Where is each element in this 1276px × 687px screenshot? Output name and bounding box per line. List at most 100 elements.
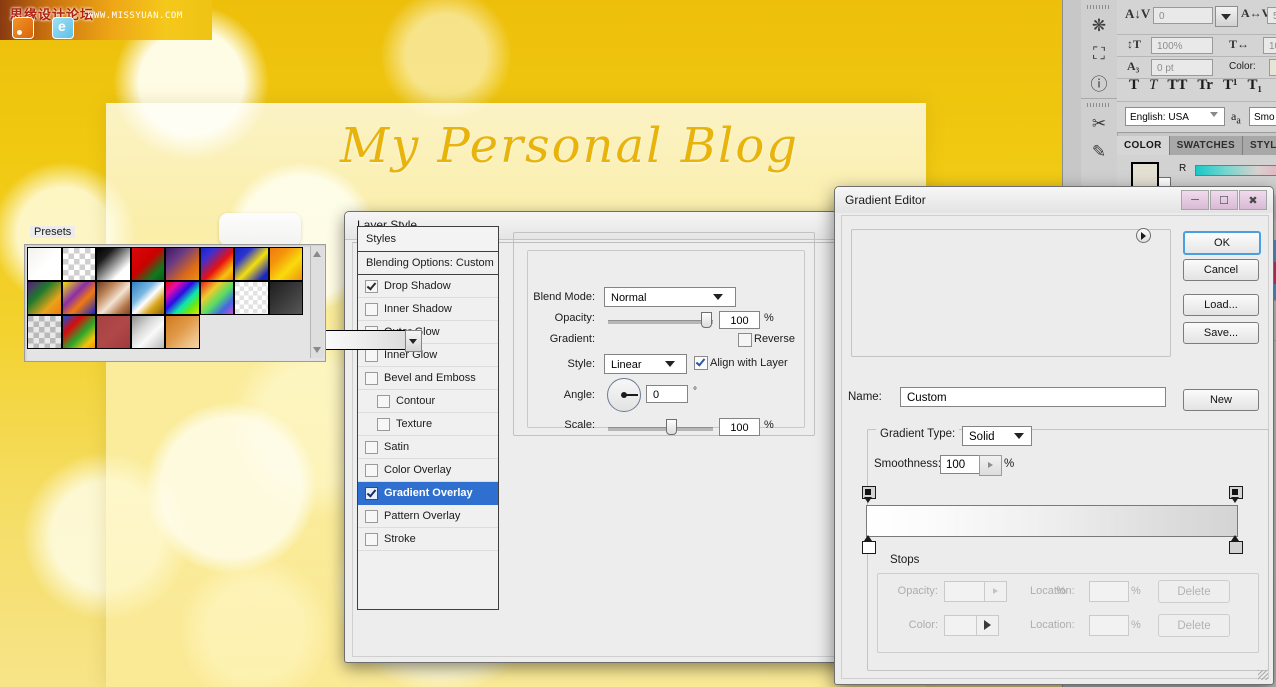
color-stop-start[interactable] (862, 486, 876, 503)
effect-item-gradient-overlay[interactable]: Gradient Overlay (358, 482, 498, 505)
opacity-value[interactable]: 100 (719, 311, 760, 329)
resize-grip[interactable] (1258, 670, 1268, 680)
angle-dial[interactable] (607, 378, 641, 412)
preset-foreground-to-transparent-2[interactable] (27, 315, 62, 349)
effect-checkbox[interactable] (365, 279, 378, 293)
effect-checkbox[interactable] (377, 394, 390, 408)
effect-item-texture[interactable]: Texture (358, 413, 498, 436)
save-button[interactable]: Save... (1183, 322, 1259, 344)
preset-black-white[interactable] (96, 247, 131, 281)
effect-item-drop-shadow[interactable]: Drop Shadow (358, 275, 498, 298)
preset-spectrum[interactable] (165, 281, 200, 315)
tools-icon[interactable]: ✂ (1087, 112, 1111, 136)
effect-checkbox[interactable] (365, 486, 378, 500)
tab-color[interactable]: COLOR (1117, 136, 1170, 155)
gradient-bar[interactable] (866, 505, 1238, 537)
effect-checkbox[interactable] (365, 302, 378, 316)
compass-icon[interactable]: ❋ (1087, 14, 1111, 38)
panel-drag-dots[interactable] (1087, 5, 1111, 9)
effect-item-contour[interactable]: Contour (358, 390, 498, 413)
effect-item-pattern-overlay[interactable]: Pattern Overlay (358, 505, 498, 528)
preset-blue-yellow-blue[interactable] (234, 247, 269, 281)
angle-value[interactable]: 0 (646, 385, 688, 403)
effect-checkbox[interactable] (365, 509, 378, 523)
info-icon[interactable]: ⓘ (1087, 70, 1111, 94)
effect-checkbox[interactable] (365, 348, 378, 362)
subscript-button[interactable]: T₁ (1247, 77, 1262, 94)
gradient-editor-title-bar[interactable]: Gradient Editor ─ ☐ ✖ (835, 187, 1273, 213)
preset-copper[interactable] (96, 281, 131, 315)
preset-violet-green-orange[interactable] (27, 281, 62, 315)
smoothness-stepper[interactable] (979, 455, 1002, 476)
opacity-slider-track[interactable] (608, 320, 713, 324)
preset-yellow-violet-orange-blue[interactable] (61, 281, 96, 315)
effect-checkbox[interactable] (365, 463, 378, 477)
minimize-icon[interactable]: ─ (1181, 190, 1209, 210)
close-icon[interactable]: ✖ (1239, 190, 1267, 210)
presets-scrollbar[interactable] (310, 246, 324, 358)
effect-checkbox[interactable] (365, 371, 378, 385)
reverse-checkbox[interactable] (738, 333, 752, 347)
load-button[interactable]: Load... (1183, 294, 1259, 316)
preset-blue-red-yellow[interactable] (199, 247, 234, 281)
maximize-icon[interactable]: ☐ (1210, 190, 1238, 210)
preset-foreground-to-background[interactable] (27, 247, 62, 281)
effect-checkbox[interactable] (365, 532, 378, 546)
preset-foreground-to-transparent[interactable] (61, 247, 96, 281)
stop-opacity-input[interactable] (944, 581, 987, 602)
cancel-button[interactable]: Cancel (1183, 259, 1259, 281)
scale-value[interactable]: 100 (719, 418, 760, 436)
tracking-value[interactable]: 0 (1153, 7, 1213, 24)
align-with-layer-checkbox[interactable] (694, 356, 708, 370)
scroll-down-icon[interactable] (313, 347, 321, 353)
scale-slider-track[interactable] (608, 427, 713, 431)
preset-neutral-density[interactable] (268, 281, 303, 315)
all-caps-button[interactable]: TT (1167, 77, 1187, 94)
stop-color-picker-arrow[interactable] (976, 615, 999, 636)
gradient-name-input[interactable]: Custom (900, 387, 1166, 407)
red-channel-slider[interactable] (1195, 165, 1276, 176)
presets-scroll-area[interactable] (24, 244, 326, 362)
opacity-slider-knob[interactable] (701, 312, 712, 328)
stop-opacity-location-input[interactable] (1089, 581, 1129, 602)
brushes-icon[interactable]: ✎ (1087, 140, 1111, 164)
kerning-value[interactable]: 5 (1267, 7, 1276, 24)
tab-styles[interactable]: STYLES (1242, 136, 1276, 155)
vertical-scale-value[interactable]: 100% (1151, 37, 1213, 54)
preset-violet-orange[interactable] (165, 247, 200, 281)
preset-red-solid[interactable] (96, 315, 131, 349)
preset-transparent-rainbow[interactable] (199, 281, 234, 315)
ok-button[interactable]: OK (1183, 231, 1261, 255)
italic-button[interactable]: T (1149, 77, 1157, 94)
bold-button[interactable]: T (1129, 77, 1139, 94)
horizontal-scale-value[interactable]: 100% (1263, 37, 1276, 54)
new-button[interactable]: New (1183, 389, 1259, 411)
anti-alias-select[interactable]: Smo (1249, 107, 1276, 126)
delete-color-stop-button[interactable]: Delete (1158, 614, 1230, 637)
effect-checkbox[interactable] (365, 440, 378, 454)
effect-item-color-overlay[interactable]: Color Overlay (358, 459, 498, 482)
color-stop-end[interactable] (1229, 486, 1243, 503)
histogram-icon[interactable]: ⛶ (1087, 42, 1111, 66)
chevron-down-icon[interactable] (713, 294, 723, 300)
preset-orange-tan[interactable] (165, 315, 200, 349)
superscript-button[interactable]: T¹ (1223, 77, 1238, 94)
delete-opacity-stop-button[interactable]: Delete (1158, 580, 1230, 603)
tracking-dropdown[interactable] (1215, 6, 1238, 27)
preset-orange-yellow-orange[interactable] (268, 247, 303, 281)
effect-item-satin[interactable]: Satin (358, 436, 498, 459)
gradient-picker-dropdown[interactable] (405, 330, 422, 352)
preset-silver[interactable] (130, 315, 165, 349)
opacity-stop-end[interactable] (1229, 535, 1243, 554)
chevron-down-icon[interactable] (1014, 433, 1024, 439)
scroll-up-icon[interactable] (313, 251, 321, 257)
preset-chrome[interactable] (130, 281, 165, 315)
smoothness-value[interactable]: 100 (940, 455, 980, 474)
effect-checkbox[interactable] (377, 417, 390, 431)
effect-item-stroke[interactable]: Stroke (358, 528, 498, 551)
effect-item-bevel-and-emboss[interactable]: Bevel and Emboss (358, 367, 498, 390)
tab-swatches[interactable]: SWATCHES (1169, 136, 1243, 155)
opacity-stop-start[interactable] (862, 535, 876, 554)
small-caps-button[interactable]: Tr (1197, 77, 1213, 94)
styles-list-header[interactable]: Styles (358, 227, 498, 252)
